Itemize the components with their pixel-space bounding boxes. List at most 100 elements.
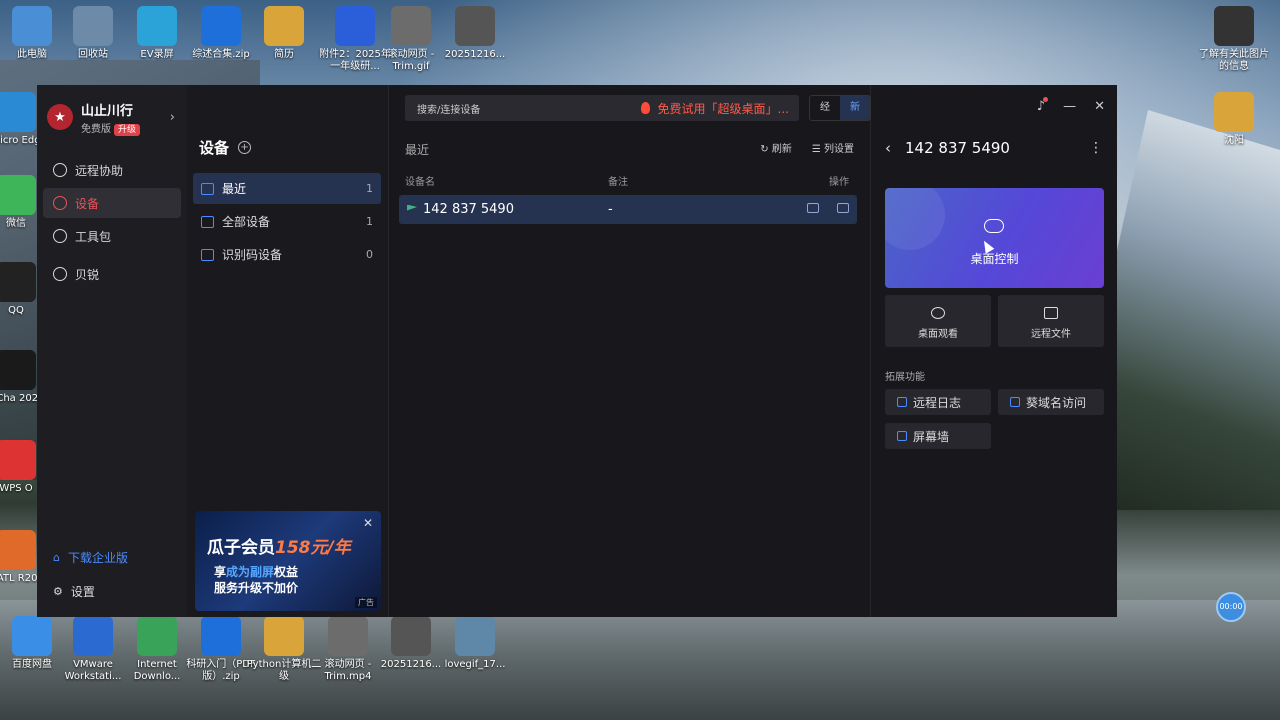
app-logo-icon: ★ bbox=[47, 104, 73, 130]
ad-title: 瓜子会员 bbox=[207, 538, 275, 558]
edge-icon bbox=[0, 92, 36, 132]
search-placeholder: 搜索/连接设备 bbox=[417, 104, 481, 116]
mode-switch: 经典 新版 bbox=[809, 95, 871, 121]
folder-icon bbox=[264, 616, 304, 656]
watermark-shape bbox=[885, 188, 945, 250]
matlab-icon bbox=[0, 530, 36, 570]
sidebar: ★ 山止川行 免费版 升级 › 远程协助设备工具包贝锐 ⌂ 下载企业版 ⚙ 设置 bbox=[37, 85, 187, 617]
ad-close-icon[interactable]: ✕ bbox=[363, 516, 373, 530]
app-window: ★ 山止川行 免费版 升级 › 远程协助 设备 工具包 贝锐 ⌂ 下载企业版 ⚙ 设置 … bbox=[37, 85, 1117, 617]
app-name: 山止川行 bbox=[81, 103, 134, 119]
add-device-icon[interactable]: + bbox=[238, 141, 252, 154]
close-icon[interactable]: ✕ bbox=[1094, 99, 1105, 114]
screen-wall-button[interactable]: 屏幕墙 bbox=[885, 423, 991, 449]
category-count: 1 bbox=[366, 182, 373, 195]
remote-files-button[interactable]: 远程文件 bbox=[998, 295, 1104, 347]
sidebar-item-label: 贝锐 bbox=[75, 267, 100, 282]
bell-icon[interactable]: ♪ bbox=[1037, 97, 1049, 114]
more-icon[interactable]: ⋮ bbox=[1089, 140, 1103, 156]
grid-icon bbox=[897, 431, 907, 441]
mode-new-button[interactable]: 新版 bbox=[840, 96, 870, 120]
list-heading: 最近 bbox=[405, 143, 430, 157]
toolbox-icon bbox=[53, 229, 67, 243]
refresh-button[interactable]: ↻ 刷新 bbox=[760, 140, 792, 155]
image-icon bbox=[455, 616, 495, 656]
remote-log-label: 远程日志 bbox=[913, 395, 962, 410]
column-settings-button[interactable]: ☰ 列设置 bbox=[812, 140, 854, 155]
column-header-action: 操作 bbox=[829, 177, 849, 188]
sidebar-item-label: 设备 bbox=[75, 196, 100, 211]
video-icon bbox=[328, 616, 368, 656]
row-device-name: 142 837 5490 bbox=[423, 202, 514, 217]
idm-icon bbox=[137, 616, 177, 656]
category-icon bbox=[201, 215, 214, 228]
upgrade-badge[interactable]: 升级 bbox=[114, 123, 141, 136]
account-header[interactable]: ★ 山止川行 免费版 升级 › bbox=[37, 85, 187, 136]
extensions-heading: 拓展功能 bbox=[885, 372, 925, 383]
recording-timer[interactable]: 00:00 bbox=[1216, 592, 1246, 622]
chevron-right-icon[interactable]: › bbox=[170, 110, 175, 125]
domain-access-button[interactable]: 葵域名访问 bbox=[998, 389, 1104, 415]
promo-label: 免费试用「超级桌面」... bbox=[657, 101, 789, 116]
sidebar-item-1[interactable]: 设备 bbox=[43, 188, 181, 218]
connect-icon[interactable] bbox=[807, 203, 819, 213]
download-enterprise-link[interactable]: ⌂ 下载企业版 bbox=[43, 543, 181, 571]
desktop-icon-right-1[interactable]: 沈阳 bbox=[1196, 92, 1272, 147]
desktop-view-button[interactable]: 桌面观看 bbox=[885, 295, 991, 347]
device-category-panel: 设备 + 最近 1 全部设备 1 识别码设备 0 瓜子会员158元/年 享成为副屏权益 服… bbox=[187, 85, 389, 617]
zip-icon bbox=[201, 6, 241, 46]
category-item-2[interactable]: 识别码设备 0 bbox=[193, 239, 381, 270]
row-menu-icon[interactable] bbox=[837, 203, 849, 213]
table-row[interactable]: 142 837 5490 - bbox=[399, 195, 857, 224]
desktop-icon-top-7[interactable]: 20251216... bbox=[437, 6, 513, 61]
desktop-icon-top-4[interactable]: 简历 bbox=[246, 6, 322, 61]
remote-files-label: 远程文件 bbox=[1031, 329, 1071, 340]
ad-line1-b: 权益 bbox=[274, 565, 299, 579]
category-label: 全部设备 bbox=[222, 215, 271, 229]
fire-icon bbox=[640, 102, 650, 114]
sidebar-item-3[interactable]: 贝锐 bbox=[43, 259, 181, 289]
refresh-icon: ↻ bbox=[760, 144, 772, 155]
desktop-icon-label: 简历 bbox=[274, 49, 294, 60]
download-enterprise-label: 下载企业版 bbox=[67, 550, 128, 565]
category-count: 0 bbox=[366, 248, 373, 261]
eye-icon bbox=[931, 307, 945, 319]
video-icon bbox=[391, 616, 431, 656]
ad-line1-a: 享 bbox=[214, 565, 227, 579]
desktop-icon-label: 沈阳 bbox=[1224, 135, 1244, 146]
domain-access-label: 葵域名访问 bbox=[1026, 395, 1087, 410]
desktop-icon-bottom-7[interactable]: lovegif_17... bbox=[437, 616, 513, 671]
computer-icon bbox=[12, 6, 52, 46]
category-list: 最近 1 全部设备 1 识别码设备 0 bbox=[193, 173, 381, 272]
search-connect-input[interactable]: 搜索/连接设备 免费试用「超级桌面」... bbox=[405, 95, 799, 121]
minimize-icon[interactable]: — bbox=[1063, 99, 1076, 114]
column-header-name: 设备名 bbox=[405, 177, 435, 188]
sidebar-item-0[interactable]: 远程协助 bbox=[43, 155, 181, 185]
promo-link[interactable]: 免费试用「超级桌面」... bbox=[640, 100, 789, 117]
category-item-0[interactable]: 最近 1 bbox=[193, 173, 381, 204]
desktop-icon-right-0[interactable]: 了解有关此图片的信息 bbox=[1196, 6, 1272, 73]
category-icon bbox=[201, 248, 214, 261]
wps-icon bbox=[0, 440, 36, 480]
ad-banner[interactable]: 瓜子会员158元/年 享成为副屏权益 服务升级不加价 ✕ 广告 bbox=[195, 511, 381, 611]
sidebar-item-2[interactable]: 工具包 bbox=[43, 221, 181, 251]
screen-wall-label: 屏幕墙 bbox=[913, 429, 950, 444]
notification-dot bbox=[1043, 97, 1049, 102]
settings-link[interactable]: ⚙ 设置 bbox=[43, 577, 181, 605]
desktop-icon-label: 了解有关此图片的信息 bbox=[1199, 49, 1269, 72]
ev-recorder-icon bbox=[137, 6, 177, 46]
row-device-note: - bbox=[608, 202, 613, 217]
device-list-panel: 搜索/连接设备 免费试用「超级桌面」... 经典 新版 最近 ↻ 刷新 ☰ 列设… bbox=[389, 85, 871, 617]
remote-log-button[interactable]: 远程日志 bbox=[885, 389, 991, 415]
back-arrow-icon[interactable]: ‹ bbox=[885, 139, 891, 157]
desktop-icon-label: lovegif_17... bbox=[444, 659, 506, 670]
vmware-icon bbox=[73, 616, 113, 656]
mode-classic-button[interactable]: 经典 bbox=[810, 96, 840, 120]
sidebar-nav: 远程协助设备工具包贝锐 bbox=[37, 155, 187, 289]
category-item-1[interactable]: 全部设备 1 bbox=[193, 206, 381, 237]
lock-icon bbox=[1010, 397, 1020, 407]
gear-icon: ⚙ bbox=[53, 584, 63, 598]
category-label: 识别码设备 bbox=[222, 248, 283, 262]
desktop-control-button[interactable]: 桌面控制 bbox=[885, 188, 1104, 288]
desktop-control-label: 桌面控制 bbox=[970, 252, 1019, 266]
